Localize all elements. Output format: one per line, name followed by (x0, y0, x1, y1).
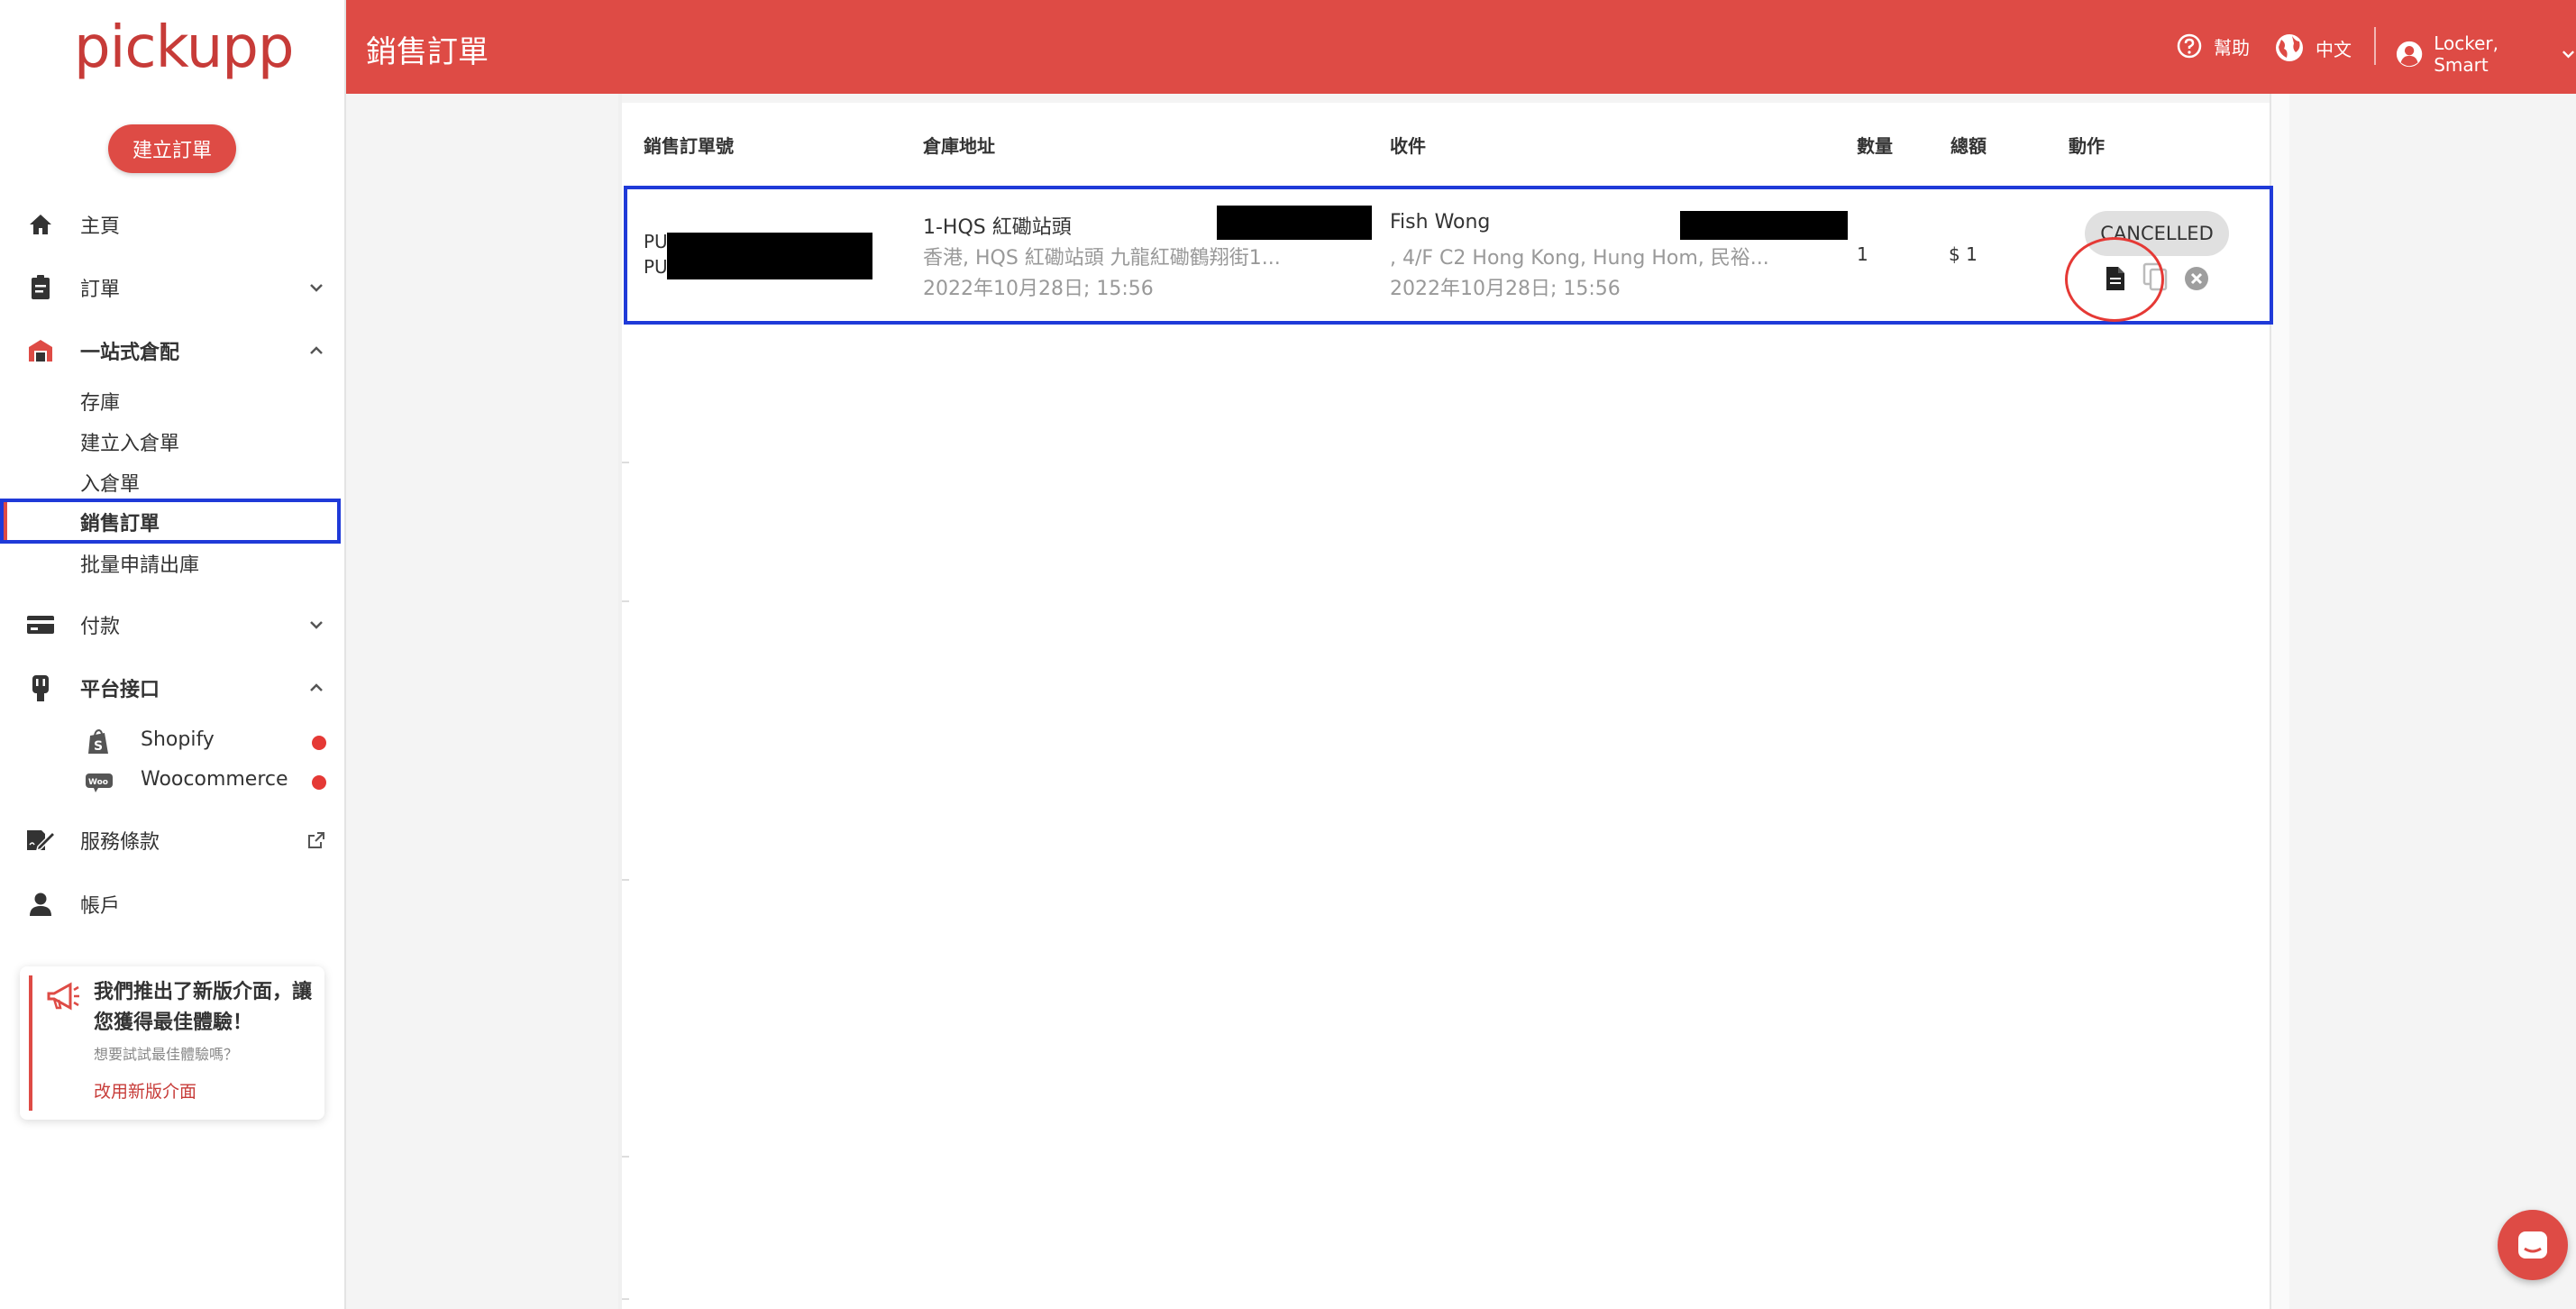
sidebar-item-integrations[interactable]: 平台接口 (0, 663, 341, 713)
svg-text:Woo: Woo (88, 778, 108, 787)
user-name: Locker, Smart (2434, 32, 2498, 76)
external-link-icon (308, 832, 324, 848)
divider-tick (622, 600, 629, 602)
order-number-line2: PU (644, 256, 668, 278)
warehouse-name: 1-HQS 紅磡站頭 (923, 216, 1072, 239)
divider-tick (622, 879, 629, 881)
user-menu[interactable]: Locker, Smart (2396, 32, 2576, 76)
account-circle-icon (2396, 41, 2423, 68)
redaction-box (667, 233, 872, 279)
promo-subtext: 想要試試最佳體驗嗎？ (94, 1046, 239, 1063)
chevron-up-icon (310, 683, 323, 691)
sidebar-item-payment[interactable]: 付款 (0, 600, 341, 650)
recipient-name: Fish Wong (1390, 211, 1491, 233)
sidebar-subitem-label: 建立入倉單 (80, 433, 180, 455)
promo-headline: 我們推出了新版介面，讓您獲得最佳體驗！ (94, 981, 313, 1034)
divider-tick (622, 1298, 629, 1300)
warehouse-icon (25, 335, 56, 366)
column-header-warehouse[interactable]: 倉庫地址 (923, 132, 995, 158)
create-order-button[interactable]: 建立訂單 (108, 124, 236, 173)
column-header-quantity[interactable]: 數量 (1857, 132, 1893, 158)
plug-icon (25, 673, 56, 703)
chevron-down-icon (2562, 50, 2575, 59)
sidebar-item-label: 付款 (80, 616, 121, 638)
total-value: $ 1 (1949, 243, 1978, 265)
sidebar-item-orders[interactable]: 訂單 (0, 262, 341, 313)
sidebar-item-label: 訂單 (80, 279, 121, 301)
quantity-value: 1 (1857, 243, 1868, 265)
chevron-down-icon (310, 621, 323, 629)
warehouse-address: 香港, HQS 紅磡站頭 九龍紅磡鶴翔街1... (923, 247, 1281, 270)
sidebar-item-home[interactable]: 主頁 (0, 199, 341, 250)
column-header-order-no[interactable]: 銷售訂單號 (644, 132, 734, 158)
shopify-icon: S (85, 728, 114, 755)
help-icon (2177, 33, 2202, 59)
sidebar-item-label: 服務條款 (80, 831, 160, 854)
highlight-circle (2065, 237, 2164, 322)
integration-label: Woocommerce (141, 768, 288, 791)
clipboard-icon (25, 272, 56, 303)
signature-icon (25, 825, 56, 856)
sidebar-subitem-label: 存庫 (80, 392, 121, 415)
redaction-box (1680, 211, 1848, 240)
order-number-line1: PU (644, 231, 668, 252)
chevron-up-icon (310, 346, 323, 354)
redaction-box (1217, 206, 1372, 240)
woocommerce-icon: Woo (85, 768, 114, 795)
close-circle-icon (2185, 267, 2208, 290)
integration-shopify[interactable]: S Shopify (0, 723, 341, 759)
status-dot (312, 775, 326, 790)
switch-new-ui-link[interactable]: 改用新版介面 (94, 1078, 196, 1103)
integration-label: Shopify (141, 728, 215, 751)
help-label: 幫助 (2214, 36, 2250, 59)
column-header-recipient[interactable]: 收件 (1390, 132, 1426, 158)
chat-icon (2518, 1231, 2547, 1259)
credit-card-icon (25, 609, 56, 640)
home-icon (25, 209, 56, 240)
sidebar-item-label: 一站式倉配 (80, 342, 180, 364)
language-label: 中文 (2316, 38, 2352, 60)
divider-tick (622, 462, 629, 463)
sidebar: pickupp 建立訂單 主頁 訂單 一站式倉配 存庫 建立入倉單 入倉單 銷售… (0, 0, 346, 1309)
globe-icon (2276, 34, 2303, 61)
integration-woocommerce[interactable]: Woo Woocommerce (0, 763, 341, 799)
sidebar-item-account[interactable]: 帳戶 (0, 879, 341, 929)
active-highlight-box (0, 499, 341, 544)
recipient-timestamp: 2022年10月28日; 15:56 (1390, 278, 1621, 300)
cancel-order-button[interactable] (2181, 263, 2212, 294)
svg-text:S: S (94, 739, 103, 754)
language-switcher[interactable]: 中文 (2274, 32, 2352, 63)
sidebar-item-terms[interactable]: 服務條款 (0, 815, 341, 865)
status-dot (312, 736, 326, 750)
header-divider (2374, 27, 2376, 65)
column-header-actions: 動作 (2069, 135, 2105, 157)
user-icon (25, 889, 56, 920)
sidebar-subitem-label: 入倉單 (80, 473, 141, 496)
sidebar-subitem-inventory[interactable]: 存庫 (0, 381, 341, 421)
promo-accent-bar (29, 975, 32, 1111)
sidebar-item-fulfillment[interactable]: 一站式倉配 (0, 325, 341, 376)
column-header-total[interactable]: 總額 (1950, 132, 1987, 158)
sidebar-item-label: 帳戶 (80, 895, 121, 918)
new-ui-promo-card: 我們推出了新版介面，讓您獲得最佳體驗！ 想要試試最佳體驗嗎？ 改用新版介面 (20, 966, 324, 1120)
chat-button[interactable] (2498, 1210, 2568, 1280)
sidebar-item-label: 平台接口 (80, 679, 160, 701)
megaphone-icon (45, 981, 81, 1013)
sidebar-subitem-create-inbound[interactable]: 建立入倉單 (0, 422, 341, 462)
recipient-address: , 4/F C2 Hong Kong, Hung Hom, 民裕... (1390, 247, 1769, 270)
warehouse-timestamp: 2022年10月28日; 15:56 (923, 278, 1154, 300)
sidebar-subitem-bulk-outbound[interactable]: 批量申請出庫 (0, 544, 341, 583)
sidebar-subitem-label: 批量申請出庫 (80, 554, 200, 577)
divider-tick (622, 1156, 629, 1158)
pickupp-logo[interactable]: pickupp (74, 14, 294, 81)
sidebar-item-label: 主頁 (80, 215, 121, 238)
chevron-down-icon (310, 284, 323, 292)
page-title: 銷售訂單 (366, 34, 489, 70)
help-button[interactable]: 幫助 (2176, 32, 2250, 60)
sidebar-subitem-inbound[interactable]: 入倉單 (0, 462, 341, 502)
